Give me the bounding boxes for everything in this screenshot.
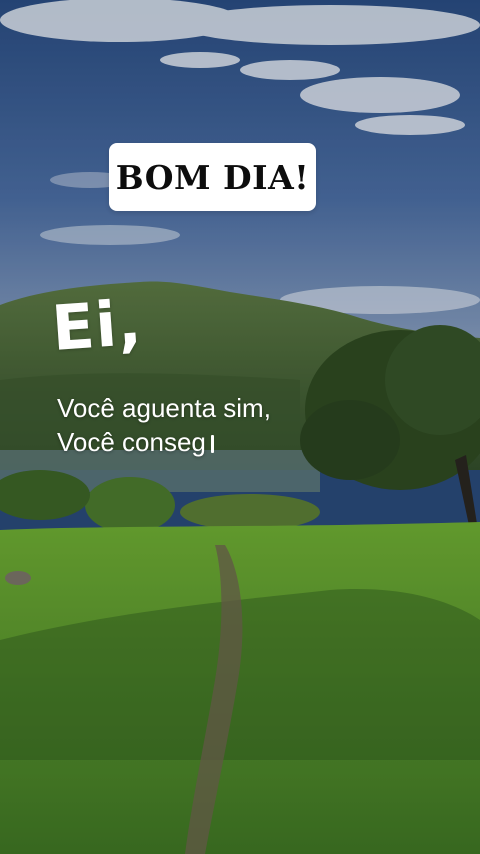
greeting-text: Ei, [49,285,145,365]
caption-line-1: Você aguenta sim, [57,393,271,423]
title-card: BOM DIA! [109,143,316,211]
title-text: BOM DIA! [115,157,310,197]
video-frame: BOM DIA! Ei, Você aguenta sim, Você cons… [0,0,480,854]
typing-cursor-icon [210,435,214,453]
caption-line-2: Você conseg [57,427,214,458]
